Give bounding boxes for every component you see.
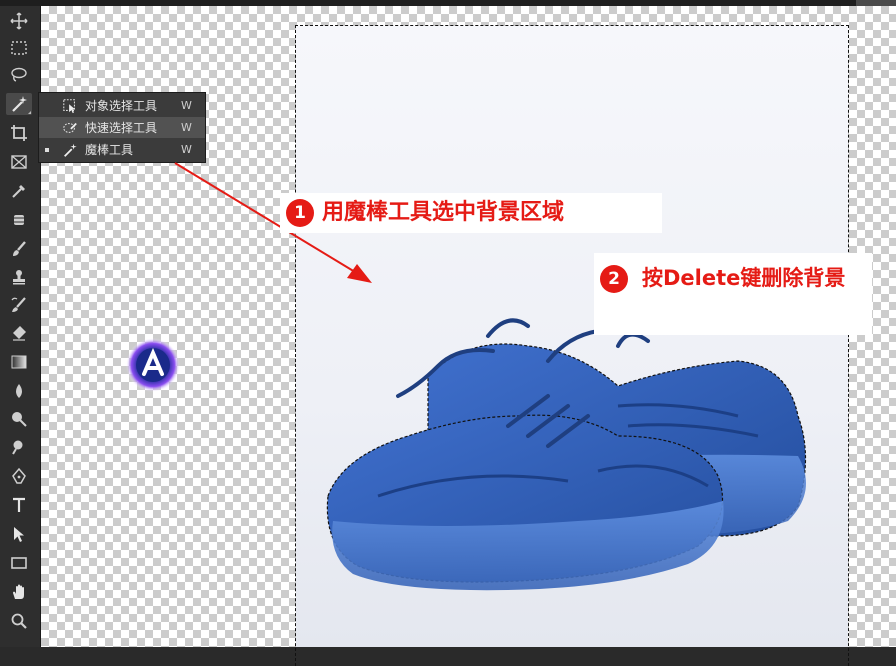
object-select-icon [61,97,79,115]
brush-icon[interactable] [6,238,32,260]
crop-icon[interactable] [6,122,32,144]
lasso-icon[interactable] [6,64,32,86]
eraser-icon[interactable] [6,322,32,344]
flyout-item-shortcut: W [181,99,192,112]
tools-panel [0,6,41,647]
frame-icon[interactable] [6,151,32,173]
active-tool-bullet [45,147,49,152]
flyout-item-quick-select[interactable]: 快速选择工具 W [39,117,205,138]
move-icon[interactable] [6,10,32,32]
step-2-callout: 2 按Delete键删除背景 [594,253,872,335]
flyout-item-magic-wand[interactable]: 魔棒工具 W [39,139,205,160]
flyout-item-label: 对象选择工具 [85,99,158,113]
history-brush-icon[interactable] [6,294,32,316]
flyout-item-object-select[interactable]: 对象选择工具 W [39,95,205,116]
spot-heal-icon[interactable] [6,209,32,231]
pen-icon[interactable] [6,465,32,487]
magic-wand-icon [61,141,79,159]
flyout-item-shortcut: W [181,121,192,134]
app-logo [126,338,180,392]
type-icon[interactable] [6,494,32,516]
step-1-callout: 1 用魔棒工具选中背景区域 [280,193,662,233]
quick-select-icon [61,119,79,137]
wand-tool-flyout: 对象选择工具 W 快速选择工具 W 魔棒工具 W [38,92,206,163]
hand-icon[interactable] [6,581,32,603]
marquee-icon[interactable] [6,37,32,59]
rectangle-icon[interactable] [6,552,32,574]
gradient-icon[interactable] [6,351,32,373]
stamp-icon[interactable] [6,266,32,288]
magic-wand-icon[interactable] [6,93,32,115]
blur-icon[interactable] [6,380,32,402]
dodge-icon[interactable] [6,408,32,430]
flyout-item-shortcut: W [181,143,192,156]
zoom-icon[interactable] [6,610,32,632]
step-number-badge: 1 [286,199,314,227]
step-text: 用魔棒工具选中背景区域 [322,200,565,225]
flyout-item-label: 魔棒工具 [85,143,134,157]
path-select-icon[interactable] [6,523,32,545]
step-text: 按Delete键删除背景 [642,266,846,290]
dodge-alt-icon[interactable] [6,436,32,458]
eyedropper-icon[interactable] [6,180,32,202]
flyout-item-label: 快速选择工具 [85,121,158,135]
shoe-image [326,318,807,591]
